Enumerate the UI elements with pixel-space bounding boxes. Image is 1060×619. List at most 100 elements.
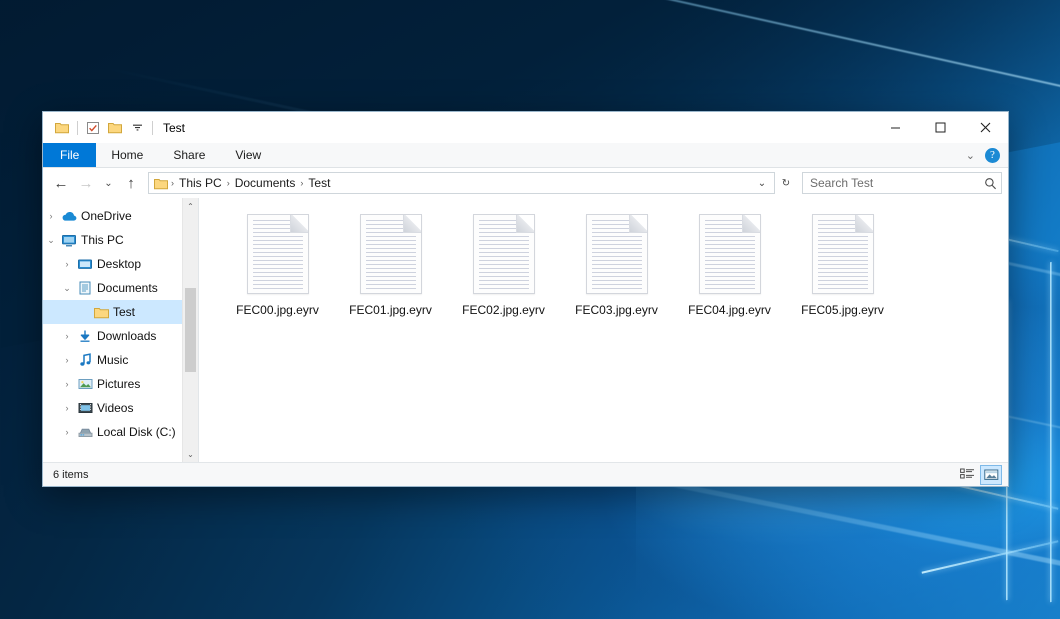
window-controls: [873, 112, 1008, 143]
file-name-label: FEC04.jpg.eyrv: [688, 303, 771, 317]
refresh-button[interactable]: ↻: [776, 173, 796, 193]
address-bar: ← → ⌄ ↑ › This PC › Documents › Test ⌄ ↻: [43, 168, 1008, 198]
view-mode-buttons: [956, 465, 1002, 485]
chevron-right-icon[interactable]: ›: [59, 379, 75, 389]
sidebar-item-local-disk-c[interactable]: › Local Disk (C:): [43, 420, 198, 444]
chevron-down-icon[interactable]: [126, 117, 148, 139]
file-name-label: FEC00.jpg.eyrv: [236, 303, 319, 317]
close-button[interactable]: [963, 112, 1008, 143]
sidebar-item-label: Local Disk (C:): [97, 425, 176, 439]
document-fold: [629, 214, 648, 233]
this-pc-monitor-icon: [59, 234, 79, 247]
file-item[interactable]: FEC00.jpg.eyrv: [221, 212, 334, 317]
chevron-right-icon[interactable]: ›: [59, 403, 75, 413]
sidebar-item-label: Documents: [97, 281, 158, 295]
tab-view[interactable]: View: [220, 143, 276, 167]
tab-share[interactable]: Share: [158, 143, 220, 167]
local-disk-icon: [75, 426, 95, 438]
file-item[interactable]: FEC01.jpg.eyrv: [334, 212, 447, 317]
tab-home[interactable]: Home: [96, 143, 158, 167]
file-name-label: FEC02.jpg.eyrv: [462, 303, 545, 317]
toolbar-divider: [152, 121, 153, 135]
item-count-label: 6 items: [53, 469, 956, 481]
chevron-right-icon[interactable]: ›: [59, 331, 75, 341]
file-item[interactable]: FEC05.jpg.eyrv: [786, 212, 899, 317]
chevron-down-icon[interactable]: ⌄: [752, 173, 772, 193]
chevron-right-icon[interactable]: ›: [59, 259, 75, 269]
chevron-down-icon[interactable]: ⌄: [43, 235, 59, 246]
file-item[interactable]: FEC04.jpg.eyrv: [673, 212, 786, 317]
document-fold: [290, 214, 309, 233]
toolbar-divider: [77, 121, 78, 135]
sidebar-item-pictures[interactable]: › Pictures: [43, 372, 198, 396]
file-item[interactable]: FEC02.jpg.eyrv: [447, 212, 560, 317]
breadcrumb-item-this-pc[interactable]: This PC: [175, 176, 226, 190]
breadcrumb-items: › This PC › Documents › Test: [154, 176, 752, 190]
breadcrumb-item-documents[interactable]: Documents: [231, 176, 300, 190]
sidebar-item-music[interactable]: › Music: [43, 348, 198, 372]
ribbon-right-controls: ⌄ ?: [962, 143, 1004, 168]
scrollbar-thumb[interactable]: [185, 288, 196, 372]
downloads-arrow-icon: [75, 329, 95, 343]
desktop-icon: [75, 258, 95, 271]
sidebar-item-downloads[interactable]: › Downloads: [43, 324, 198, 348]
file-grid: FEC00.jpg.eyrv FEC01.jpg.eyrv: [221, 212, 1008, 317]
sidebar-item-test[interactable]: Test: [43, 300, 198, 324]
sidebar-item-this-pc[interactable]: ⌄ This PC: [43, 228, 198, 252]
folder-tree: › OneDrive ⌄: [43, 198, 198, 444]
title-bar[interactable]: Test: [43, 112, 1008, 143]
chevron-right-icon[interactable]: ›: [43, 211, 59, 221]
scroll-up-icon[interactable]: ⌃: [183, 198, 198, 214]
explorer-body: › OneDrive ⌄: [43, 198, 1008, 462]
sidebar-item-label: Pictures: [97, 377, 140, 391]
sidebar-item-videos[interactable]: › Videos: [43, 396, 198, 420]
sidebar-item-label: Music: [97, 353, 128, 367]
details-view-button[interactable]: [956, 465, 978, 485]
help-icon[interactable]: ?: [985, 148, 1000, 163]
file-list-view[interactable]: FEC00.jpg.eyrv FEC01.jpg.eyrv: [199, 198, 1008, 462]
large-icons-view-button[interactable]: [980, 465, 1002, 485]
file-explorer-window: Test File Home Share View ⌄ ? ← → ⌄ ↑: [42, 111, 1009, 487]
tab-file[interactable]: File: [43, 143, 96, 167]
new-folder-icon[interactable]: [104, 117, 126, 139]
sidebar-item-onedrive[interactable]: › OneDrive: [43, 204, 198, 228]
sidebar-item-label: Downloads: [97, 329, 156, 343]
document-fold: [855, 214, 874, 233]
status-bar: 6 items: [43, 462, 1008, 486]
sidebar-item-label: This PC: [81, 233, 124, 247]
maximize-button[interactable]: [918, 112, 963, 143]
search-box[interactable]: Search Test: [802, 172, 1002, 194]
breadcrumb-item-test[interactable]: Test: [304, 176, 334, 190]
recent-locations-button[interactable]: ⌄: [99, 171, 118, 195]
back-button[interactable]: ←: [49, 171, 73, 195]
sidebar-item-label: Desktop: [97, 257, 141, 271]
up-button[interactable]: ↑: [119, 171, 143, 195]
file-item[interactable]: FEC03.jpg.eyrv: [560, 212, 673, 317]
chevron-right-icon[interactable]: ›: [59, 355, 75, 365]
sidebar-item-desktop[interactable]: › Desktop: [43, 252, 198, 276]
file-name-label: FEC03.jpg.eyrv: [575, 303, 658, 317]
chevron-right-icon[interactable]: ›: [59, 427, 75, 437]
scrollbar-track[interactable]: [183, 214, 198, 446]
documents-icon: [75, 281, 95, 295]
minimize-button[interactable]: [873, 112, 918, 143]
generic-document-icon: [473, 214, 535, 294]
chevron-down-icon[interactable]: ⌄: [962, 149, 979, 162]
generic-document-icon: [360, 214, 422, 294]
navigation-pane: › OneDrive ⌄: [43, 198, 199, 462]
folder-icon: [91, 306, 111, 319]
document-fold: [403, 214, 422, 233]
properties-icon[interactable]: [82, 117, 104, 139]
videos-film-icon: [75, 402, 95, 414]
chevron-down-icon[interactable]: ⌄: [59, 283, 75, 294]
music-note-icon: [75, 353, 95, 367]
sidebar-scrollbar[interactable]: ⌃ ⌄: [182, 198, 198, 462]
search-icon: [984, 177, 997, 190]
generic-document-icon: [586, 214, 648, 294]
sidebar-item-documents[interactable]: ⌄ Documents: [43, 276, 198, 300]
sidebar-item-label: OneDrive: [81, 209, 132, 223]
folder-icon[interactable]: [51, 117, 73, 139]
scroll-down-icon[interactable]: ⌄: [183, 446, 198, 462]
search-input[interactable]: Search Test: [810, 176, 984, 190]
breadcrumb[interactable]: › This PC › Documents › Test ⌄: [148, 172, 775, 194]
